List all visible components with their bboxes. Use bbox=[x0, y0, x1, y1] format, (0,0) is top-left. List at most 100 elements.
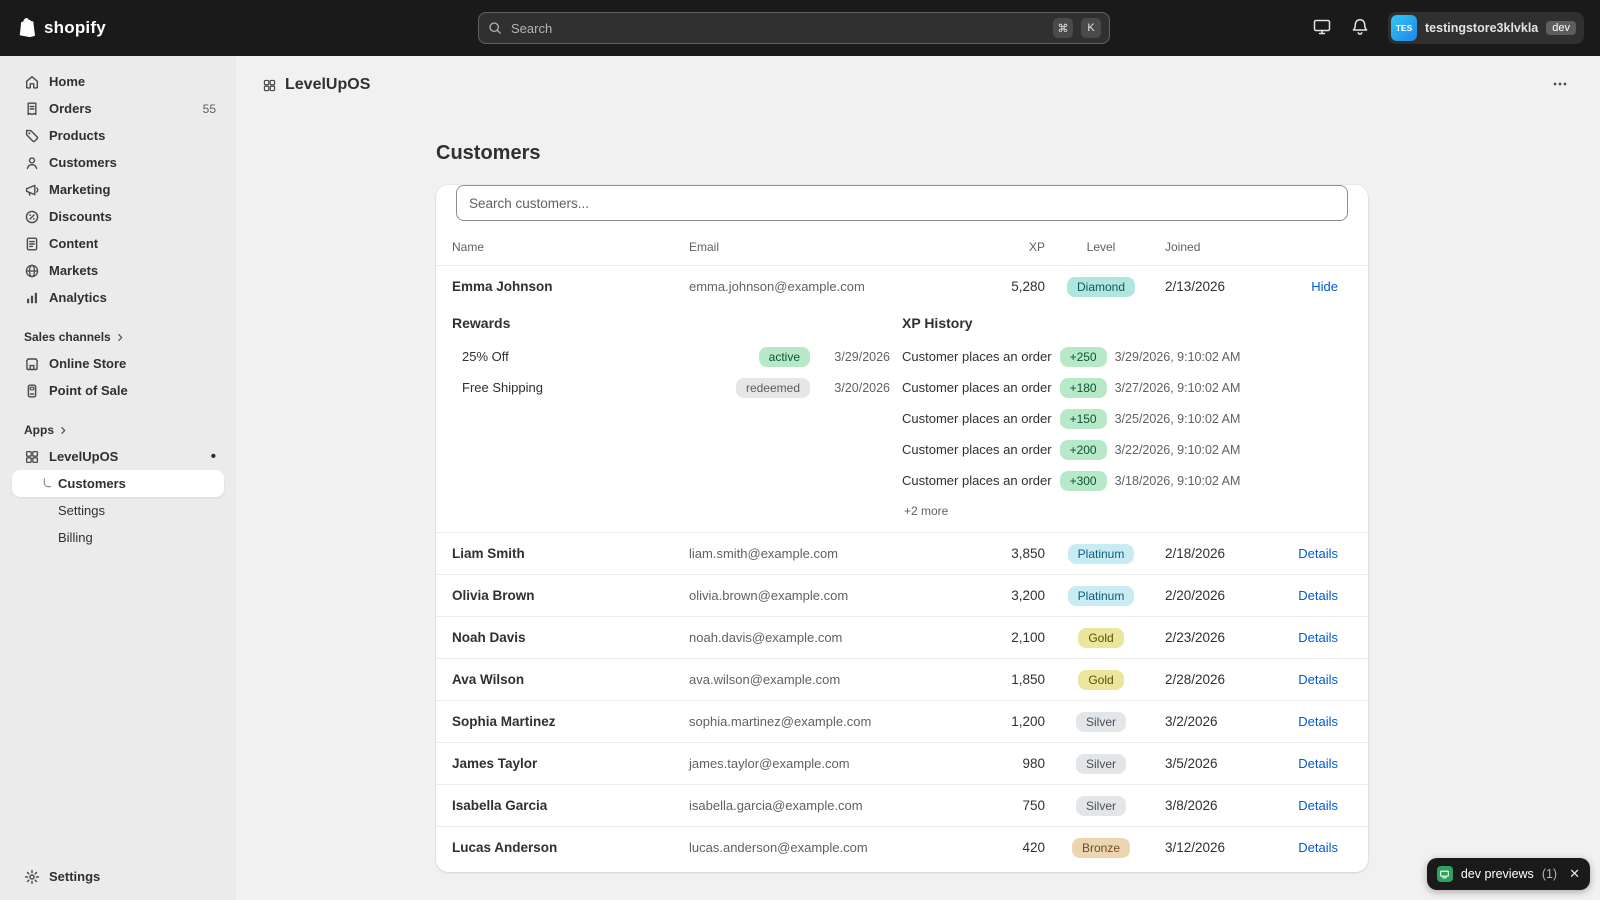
row-action-link[interactable]: Details bbox=[1298, 588, 1338, 603]
row-action-link[interactable]: Details bbox=[1298, 840, 1338, 855]
xp-history-row: Customer places an order +250 3/29/2026,… bbox=[902, 341, 1352, 372]
app-grid-icon bbox=[24, 449, 40, 465]
row-action-link[interactable]: Details bbox=[1298, 630, 1338, 645]
xp-amount-badge: +250 bbox=[1059, 346, 1107, 367]
xp-history-more-link[interactable]: +2 more bbox=[902, 504, 1352, 518]
reward-name: 25% Off bbox=[462, 349, 509, 364]
discount-icon bbox=[24, 209, 40, 225]
xp-date: 3/18/2026, 9:10:02 AM bbox=[1114, 473, 1241, 488]
sidebar-item-markets[interactable]: Markets bbox=[12, 257, 224, 284]
reward-status-badge: redeemed bbox=[735, 377, 810, 398]
app-header: LevelUpOS bbox=[236, 56, 1600, 114]
sidebar-item-analytics[interactable]: Analytics bbox=[12, 284, 224, 311]
table-row: Liam Smith liam.smith@example.com 3,850 … bbox=[436, 532, 1368, 574]
row-action-link[interactable]: Hide bbox=[1311, 279, 1338, 294]
col-name: Name bbox=[452, 240, 485, 254]
sidebar: Home Orders 55 Products Customers Market… bbox=[0, 56, 236, 900]
sidebar-item-online-store[interactable]: Online Store bbox=[12, 350, 224, 377]
sidebar-item-discounts[interactable]: Discounts bbox=[12, 203, 224, 230]
sidebar-app-item-billing[interactable]: Billing bbox=[12, 524, 224, 551]
row-action-link[interactable]: Details bbox=[1298, 546, 1338, 561]
toast-label[interactable]: dev previews bbox=[1461, 867, 1534, 881]
sidebar-item-point-of-sale[interactable]: Point of Sale bbox=[12, 377, 224, 404]
global-search[interactable]: Search ⌘ K bbox=[478, 12, 1110, 44]
app-title: LevelUpOS bbox=[285, 76, 371, 93]
xp-date: 3/27/2026, 9:10:02 AM bbox=[1114, 380, 1241, 395]
customer-email: ava.wilson@example.com bbox=[689, 672, 841, 687]
apps-label: Apps bbox=[24, 423, 54, 437]
rewards-title: Rewards bbox=[452, 315, 511, 331]
row-action-link[interactable]: Details bbox=[1298, 672, 1338, 687]
xp-date: 3/22/2026, 9:10:02 AM bbox=[1114, 442, 1241, 457]
notifications-button[interactable] bbox=[1344, 12, 1376, 44]
customer-name: Noah Davis bbox=[452, 630, 526, 645]
dev-previews-toast: dev previews (1) ✕ bbox=[1426, 858, 1590, 890]
sidebar-sales-channels: Online Store Point of Sale bbox=[12, 350, 224, 404]
col-level: Level bbox=[1086, 240, 1116, 254]
customer-xp: 420 bbox=[1022, 840, 1045, 855]
sidebar-app-children: Customers Settings Billing bbox=[12, 470, 224, 551]
app-grid-icon bbox=[262, 78, 277, 93]
sidebar-item-marketing[interactable]: Marketing bbox=[12, 176, 224, 203]
sidebar-item-content[interactable]: Content bbox=[12, 230, 224, 257]
xp-event: Customer places an order bbox=[902, 442, 1052, 457]
toast-close-button[interactable]: ✕ bbox=[1565, 866, 1580, 882]
row-action-link[interactable]: Details bbox=[1298, 756, 1338, 771]
customer-xp: 1,850 bbox=[1011, 672, 1045, 687]
shopify-logo[interactable]: shopify bbox=[16, 16, 106, 40]
row-action-link[interactable]: Details bbox=[1298, 714, 1338, 729]
avatar: TES bbox=[1391, 15, 1417, 41]
store-name: testingstore3klvkla bbox=[1425, 21, 1539, 35]
sidebar-section-sales-channels[interactable]: Sales channels bbox=[12, 324, 224, 350]
xp-amount-badge: +150 bbox=[1059, 408, 1107, 429]
page-title: Customers bbox=[436, 142, 541, 164]
customer-name: Olivia Brown bbox=[452, 588, 535, 603]
customer-xp: 3,850 bbox=[1011, 546, 1045, 561]
sidebar-item-levelupos[interactable]: LevelUpOS • bbox=[12, 443, 224, 470]
sidebar-app-item-customers[interactable]: Customers bbox=[12, 470, 224, 497]
xp-amount-badge: +200 bbox=[1059, 439, 1107, 460]
customer-email: emma.johnson@example.com bbox=[689, 279, 865, 294]
sidebar-item-orders[interactable]: Orders 55 bbox=[12, 95, 224, 122]
table-row: Sophia Martinez sophia.martinez@example.… bbox=[436, 700, 1368, 742]
xp-event: Customer places an order bbox=[902, 411, 1052, 426]
reward-status-badge: active bbox=[758, 346, 810, 367]
customer-xp: 980 bbox=[1022, 756, 1045, 771]
xp-history-row: Customer places an order +180 3/27/2026,… bbox=[902, 372, 1352, 403]
tree-connector-icon bbox=[40, 477, 54, 491]
dev-preview-button[interactable] bbox=[1306, 12, 1338, 44]
customer-name: Ava Wilson bbox=[452, 672, 525, 687]
level-badge: Platinum bbox=[1067, 585, 1135, 606]
topbar-actions: TES testingstore3klvkla dev bbox=[1306, 12, 1584, 44]
search-icon bbox=[487, 20, 503, 36]
xp-amount-badge: +180 bbox=[1059, 377, 1107, 398]
more-actions-button[interactable] bbox=[1546, 71, 1574, 99]
sidebar-item-settings[interactable]: Settings bbox=[12, 863, 224, 890]
xp-event: Customer places an order bbox=[902, 473, 1052, 488]
pos-icon bbox=[24, 383, 40, 399]
sidebar-section-apps[interactable]: Apps bbox=[12, 417, 224, 443]
xp-amount-badge: +300 bbox=[1059, 470, 1107, 491]
person-icon bbox=[24, 155, 40, 171]
home-icon bbox=[24, 74, 40, 90]
customer-email: james.taylor@example.com bbox=[689, 756, 850, 771]
customer-joined: 3/8/2026 bbox=[1165, 798, 1218, 813]
xp-event: Customer places an order bbox=[902, 380, 1052, 395]
customer-xp: 1,200 bbox=[1011, 714, 1045, 729]
sidebar-app-item-settings[interactable]: Settings bbox=[12, 497, 224, 524]
row-action-link[interactable]: Details bbox=[1298, 798, 1338, 813]
global-search-placeholder: Search bbox=[511, 20, 553, 36]
shopify-wordmark: shopify bbox=[44, 18, 106, 37]
level-badge: Bronze bbox=[1071, 837, 1131, 858]
customers-card: Name Email XP Level Joined Emma Johnson … bbox=[436, 185, 1368, 872]
customer-email: liam.smith@example.com bbox=[689, 546, 839, 561]
customer-search-input[interactable] bbox=[456, 185, 1348, 221]
customer-name: James Taylor bbox=[452, 756, 538, 771]
orders-icon bbox=[24, 101, 40, 117]
customer-joined: 3/12/2026 bbox=[1165, 840, 1226, 855]
sidebar-item-products[interactable]: Products bbox=[12, 122, 224, 149]
sidebar-item-customers[interactable]: Customers bbox=[12, 149, 224, 176]
sidebar-item-home[interactable]: Home bbox=[12, 68, 224, 95]
account-menu[interactable]: TES testingstore3klvkla dev bbox=[1388, 12, 1584, 44]
table-header: Name Email XP Level Joined bbox=[436, 229, 1368, 265]
